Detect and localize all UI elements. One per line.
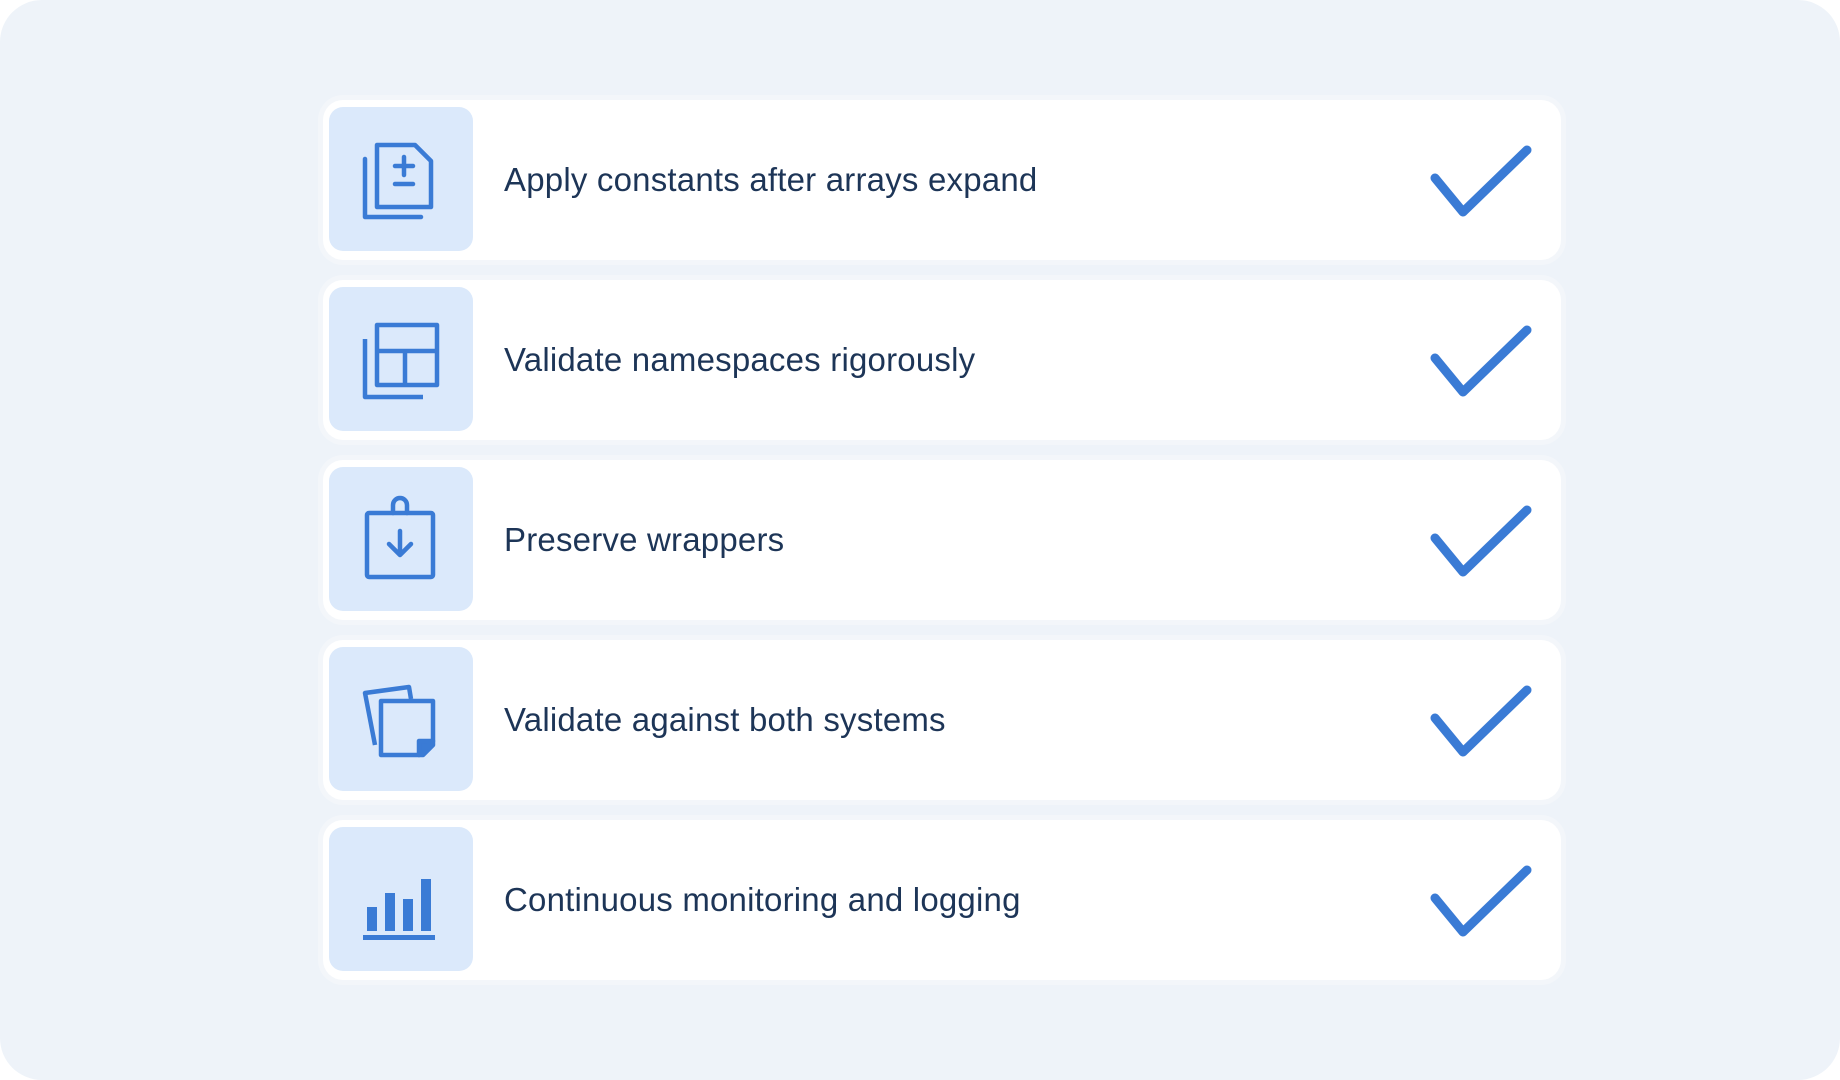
- icon-tile: [329, 107, 473, 251]
- checklist: Apply constants after arrays expand Vali…: [323, 100, 1561, 1000]
- icon-tile: [329, 467, 473, 611]
- layout-copy-icon: [362, 322, 440, 400]
- check-icon: [1430, 865, 1532, 937]
- item-label: Preserve wrappers: [504, 521, 785, 558]
- canvas: Apply constants after arrays expand Vali…: [0, 0, 1840, 1080]
- list-item[interactable]: Validate namespaces rigorously: [323, 280, 1561, 440]
- bar-chart-icon: [363, 879, 435, 940]
- item-label: Continuous monitoring and logging: [504, 881, 1021, 918]
- icon-tile: [329, 287, 473, 431]
- file-plus-minus-icon: [362, 142, 434, 220]
- icon-tile: [329, 827, 473, 971]
- list-item[interactable]: Continuous monitoring and logging: [323, 820, 1561, 980]
- list-item[interactable]: Validate against both systems: [323, 640, 1561, 800]
- list-item[interactable]: Preserve wrappers: [323, 460, 1561, 620]
- item-label: Validate namespaces rigorously: [504, 341, 976, 378]
- check-icon: [1430, 325, 1532, 397]
- icon-tile: [329, 647, 473, 791]
- check-icon: [1430, 505, 1532, 577]
- check-icon: [1430, 145, 1532, 217]
- item-label: Validate against both systems: [504, 701, 946, 738]
- list-item[interactable]: Apply constants after arrays expand: [323, 100, 1561, 260]
- check-icon: [1430, 685, 1532, 757]
- item-label: Apply constants after arrays expand: [504, 161, 1038, 198]
- notes-stack-icon: [362, 684, 436, 758]
- clipboard-download-icon: [364, 495, 436, 580]
